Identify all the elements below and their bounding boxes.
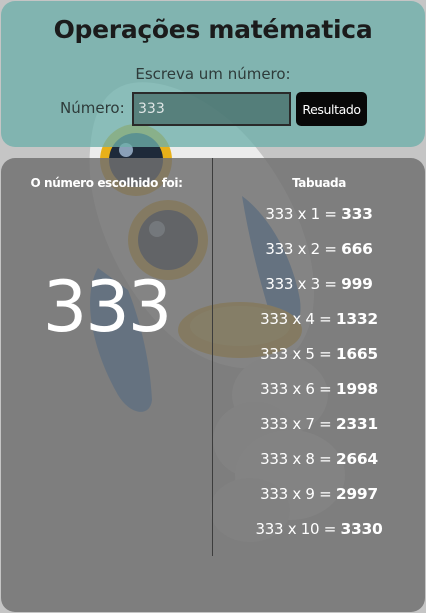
results-panel: O número escolhido foi: 333 Tabuada 333 … [1,158,425,612]
table-row: 333 x 3 = 999 [213,274,425,309]
table-expression: 333 x 10 = [255,520,337,538]
multiplication-table-heading: Tabuada [292,176,346,190]
table-row: 333 x 8 = 2664 [213,449,425,484]
input-panel: Operações matématica Escreva um número: … [1,1,425,147]
page: Operações matématica Escreva um número: … [0,0,426,613]
number-label: Número: [60,99,125,117]
result-button[interactable]: Resultado [296,92,367,126]
table-result: 2997 [335,485,378,503]
chosen-number: 333 [42,266,173,348]
number-input[interactable] [132,92,291,126]
prompt-text: Escreva um número: [135,65,291,83]
table-expression: 333 x 3 = [265,275,337,293]
table-row: 333 x 2 = 666 [213,239,425,274]
table-expression: 333 x 4 = [260,310,332,328]
table-expression: 333 x 9 = [260,485,332,503]
table-expression: 333 x 1 = [265,205,337,223]
table-expression: 333 x 8 = [260,450,332,468]
app-title: Operações matématica [53,15,373,44]
table-expression: 333 x 2 = [265,240,337,258]
table-row: 333 x 7 = 2331 [213,414,425,449]
table-row: 333 x 6 = 1998 [213,379,425,414]
table-result: 333 [341,205,373,223]
table-result: 1665 [335,345,378,363]
table-result: 1998 [335,380,378,398]
table-row: 333 x 10 = 3330 [213,519,425,554]
table-result: 666 [341,240,373,258]
table-result: 2331 [335,415,378,433]
table-result: 1332 [335,310,378,328]
table-row: 333 x 5 = 1665 [213,344,425,379]
table-row: 333 x 9 = 2997 [213,484,425,519]
table-row: 333 x 4 = 1332 [213,309,425,344]
table-result: 3330 [340,520,383,538]
table-result: 2664 [335,450,378,468]
table-row: 333 x 1 = 333 [213,204,425,239]
table-expression: 333 x 6 = [260,380,332,398]
table-expression: 333 x 7 = [260,415,332,433]
chosen-number-heading: O número escolhido foi: [30,176,183,190]
table-result: 999 [341,275,373,293]
multiplication-table: 333 x 1 = 333 333 x 2 = 666 333 x 3 = 99… [213,204,425,554]
table-expression: 333 x 5 = [260,345,332,363]
